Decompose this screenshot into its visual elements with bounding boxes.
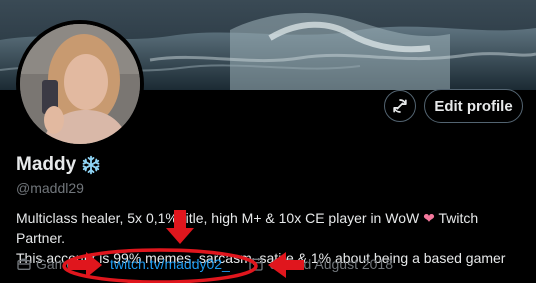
- joined-item: Joined August 2018: [248, 256, 393, 272]
- category-text: Gamer: [36, 256, 79, 272]
- website-item[interactable]: twitch.tv/maddy02_: [110, 256, 230, 272]
- username-handle: @maddl29: [16, 180, 84, 196]
- category-item: Gamer: [16, 256, 79, 272]
- heart-emoji: ❤: [423, 210, 435, 226]
- website-link[interactable]: twitch.tv/maddy02_: [110, 256, 230, 272]
- name-row: Maddy: [16, 154, 101, 176]
- avatar[interactable]: [16, 20, 144, 148]
- joined-text: Joined August 2018: [270, 256, 393, 272]
- profile-photo: [20, 24, 140, 144]
- refresh-icon: [393, 99, 407, 113]
- briefcase-icon: [17, 258, 31, 270]
- bio-text: Multiclass healer, 5x 0,1% title, high M…: [16, 210, 420, 226]
- refresh-button[interactable]: [384, 90, 416, 122]
- calendar-icon: [249, 258, 263, 271]
- edit-profile-button[interactable]: Edit profile: [424, 89, 523, 123]
- snowflake-icon: [82, 155, 100, 175]
- display-name: Maddy: [16, 154, 77, 175]
